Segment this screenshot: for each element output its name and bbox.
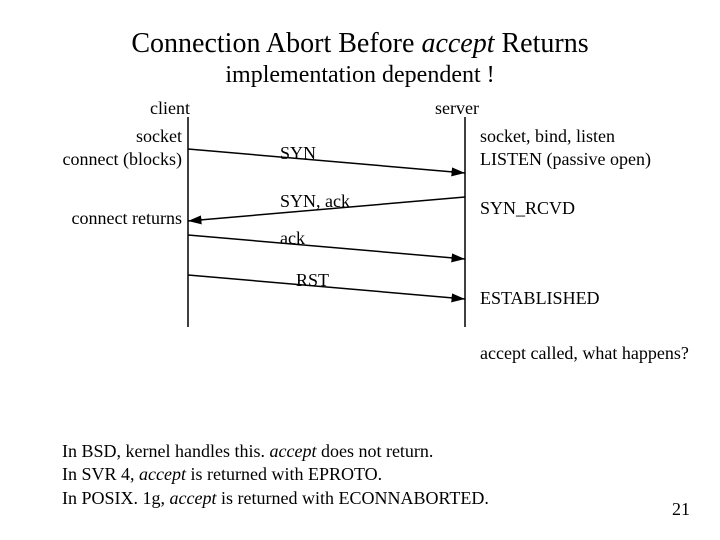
- title-pre: Connection Abort Before: [131, 28, 421, 59]
- title-post: Returns: [495, 28, 589, 59]
- client-step-return: connect returns: [72, 207, 182, 230]
- page-number: 21: [672, 499, 690, 520]
- msg-ack: ack: [280, 227, 305, 250]
- msg-rst: RST: [296, 269, 329, 292]
- server-question: accept called, what happens?: [480, 342, 689, 365]
- page-title: Connection Abort Before accept Returns: [0, 0, 720, 60]
- footer-notes: In BSD, kernel handles this. accept does…: [62, 440, 489, 510]
- note-posix: In POSIX. 1g, accept is returned with EC…: [62, 487, 489, 510]
- server-state-established: ESTABLISHED: [480, 287, 600, 310]
- server-state-synrcvd: SYN_RCVD: [480, 197, 575, 220]
- note-bsd: In BSD, kernel handles this. accept does…: [62, 440, 489, 463]
- client-step-connect: socket connect (blocks): [63, 125, 182, 170]
- client-header: client: [150, 97, 190, 120]
- server-step-listen: socket, bind, listen LISTEN (passive ope…: [480, 125, 651, 170]
- server-header: server: [435, 97, 479, 120]
- msg-synack: SYN, ack: [280, 190, 350, 213]
- note-svr4: In SVR 4, accept is returned with EPROTO…: [62, 463, 489, 486]
- subtitle: implementation dependent !: [0, 62, 720, 89]
- title-italic: accept: [421, 28, 494, 59]
- sequence-diagram: client server socket connect (blocks) co…: [0, 97, 720, 377]
- msg-syn: SYN: [280, 142, 316, 165]
